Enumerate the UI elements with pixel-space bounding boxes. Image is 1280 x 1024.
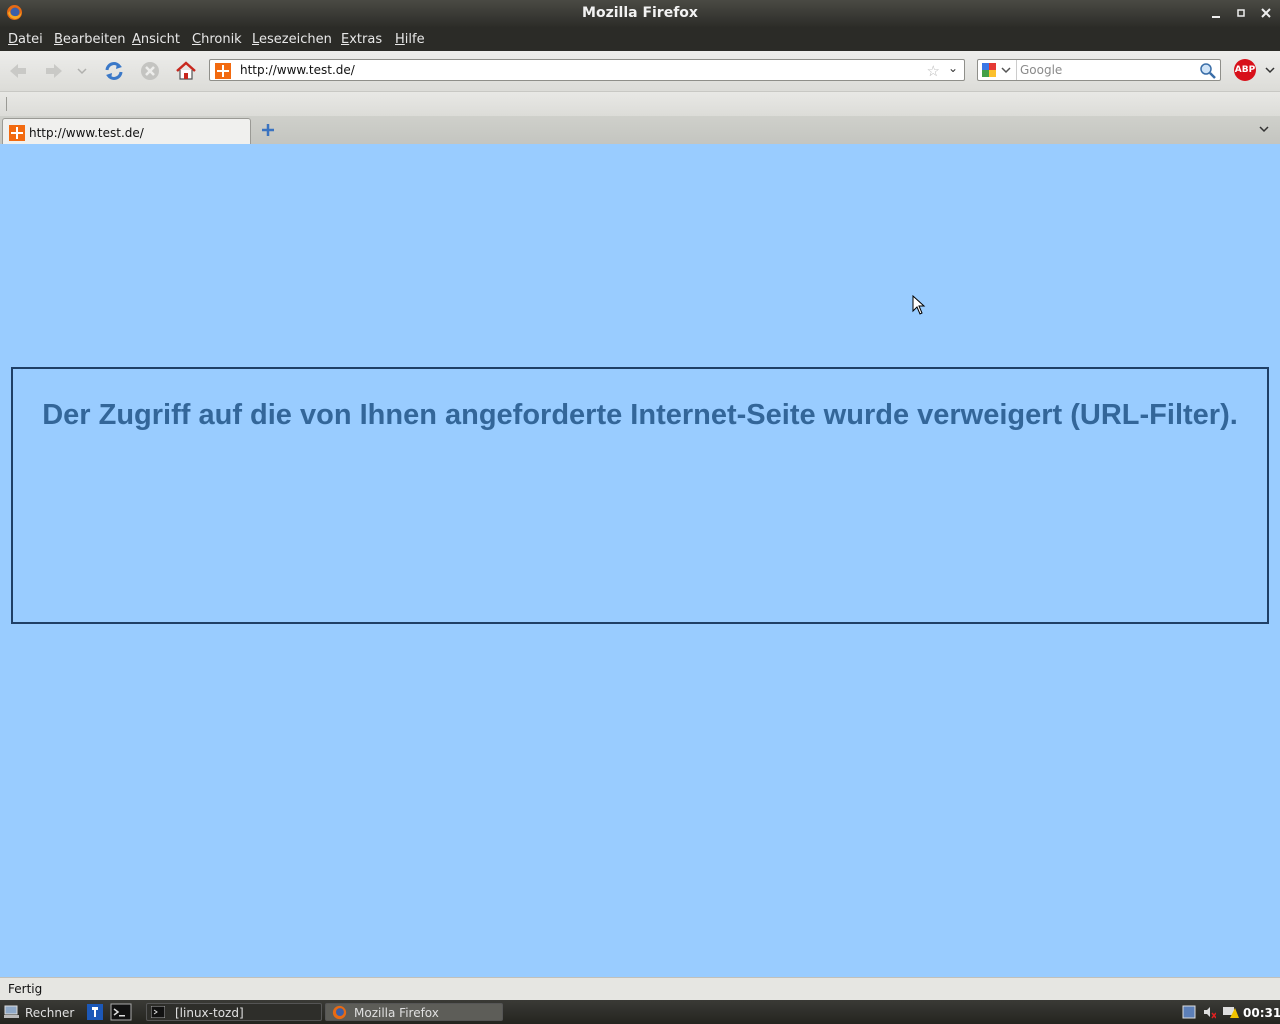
search-engine-selector[interactable] [978, 60, 1017, 80]
window-title: Mozilla Firefox [582, 5, 698, 21]
search-bar[interactable]: Google [977, 59, 1221, 81]
terminal-icon[interactable] [110, 1003, 132, 1021]
start-label[interactable]: Rechner [25, 1006, 74, 1020]
tab-label: http://www.test.de/ [29, 126, 144, 140]
network-tool-icon[interactable] [86, 1003, 104, 1021]
chevron-down-icon [1259, 126, 1269, 133]
menu-chronik[interactable]: Chronik [192, 32, 242, 47]
adblock-plus-button[interactable]: ABP [1234, 59, 1256, 81]
minimize-button[interactable] [1208, 5, 1224, 21]
url-input[interactable]: http://www.test.de/ [240, 63, 355, 77]
volume-muted-icon[interactable] [1202, 1005, 1216, 1019]
menu-extras[interactable]: Extras [341, 32, 382, 47]
reload-button[interactable] [102, 59, 126, 83]
maximize-button[interactable] [1233, 5, 1249, 21]
url-dropdown-icon[interactable]: ⌄ [948, 61, 958, 75]
list-all-tabs-button[interactable] [1257, 122, 1271, 140]
task-label: [linux-tozd] [175, 1006, 244, 1020]
plus-icon [262, 124, 274, 136]
firefox-icon [332, 1005, 347, 1020]
url-bar[interactable]: http://www.test.de/ ☆ ⌄ [209, 59, 965, 81]
taskbar: Rechner [linux-tozd] Mozilla Firefox 00:… [0, 1000, 1280, 1024]
task-label: Mozilla Firefox [354, 1006, 439, 1020]
tab-active[interactable]: http://www.test.de/ [2, 118, 251, 144]
google-engine-icon [982, 63, 1011, 77]
minimize-icon [1212, 16, 1220, 18]
tab-bar: http://www.test.de/ [0, 116, 1280, 145]
maximize-icon [1237, 9, 1245, 17]
site-favicon-icon [215, 63, 231, 79]
close-window-button[interactable] [1258, 5, 1274, 21]
back-button[interactable] [6, 59, 30, 83]
stop-button[interactable] [138, 59, 162, 83]
chevron-down-icon [77, 68, 87, 75]
home-button[interactable] [174, 59, 198, 83]
menu-bearbeiten[interactable]: Bearbeiten [54, 32, 125, 47]
stop-icon [141, 62, 159, 80]
window-titlebar: Mozilla Firefox [0, 0, 1280, 27]
blocked-message-box: Der Zugriff auf die von Ihnen angeforder… [11, 367, 1269, 624]
menu-hilfe[interactable]: Hilfe [395, 32, 425, 47]
search-icon[interactable] [1199, 62, 1217, 80]
computer-icon[interactable] [4, 1005, 20, 1019]
menu-lesezeichen[interactable]: Lesezeichen [252, 32, 332, 47]
network-status-icon[interactable] [1222, 1005, 1240, 1019]
toolbar-separator [6, 97, 7, 111]
toolbar-overflow-dropdown[interactable] [1264, 63, 1276, 80]
page-content: Der Zugriff auf die von Ihnen angeforder… [0, 144, 1280, 977]
keyboard-layout-icon[interactable] [1182, 1005, 1196, 1019]
blocked-message: Der Zugriff auf die von Ihnen angeforder… [42, 399, 1238, 431]
clock[interactable]: 00:31 [1243, 1006, 1280, 1020]
bookmarks-toolbar [0, 92, 1280, 116]
search-input[interactable]: Google [1020, 63, 1062, 77]
site-favicon-icon [9, 125, 25, 141]
reload-icon [105, 62, 123, 80]
task-terminal[interactable]: [linux-tozd] [146, 1003, 322, 1021]
menubar: Datei Bearbeiten Ansicht Chronik Lesezei… [0, 27, 1280, 51]
forward-button[interactable] [42, 59, 66, 83]
mouse-pointer-icon [912, 295, 926, 315]
chevron-down-icon [1265, 67, 1275, 74]
terminal-icon [151, 1006, 165, 1018]
status-text: Fertig [8, 982, 43, 996]
home-icon [176, 61, 196, 80]
back-arrow-icon [10, 64, 26, 78]
menu-datei[interactable]: Datei [8, 32, 43, 47]
forward-arrow-icon [46, 64, 62, 78]
task-firefox[interactable]: Mozilla Firefox [325, 1003, 503, 1021]
status-bar: Fertig [0, 977, 1280, 1001]
new-tab-button[interactable] [259, 121, 277, 139]
history-dropdown-button[interactable] [72, 59, 92, 83]
bookmark-star-icon[interactable]: ☆ [927, 62, 940, 80]
menu-ansicht[interactable]: Ansicht [132, 32, 180, 47]
close-icon [1261, 8, 1271, 18]
